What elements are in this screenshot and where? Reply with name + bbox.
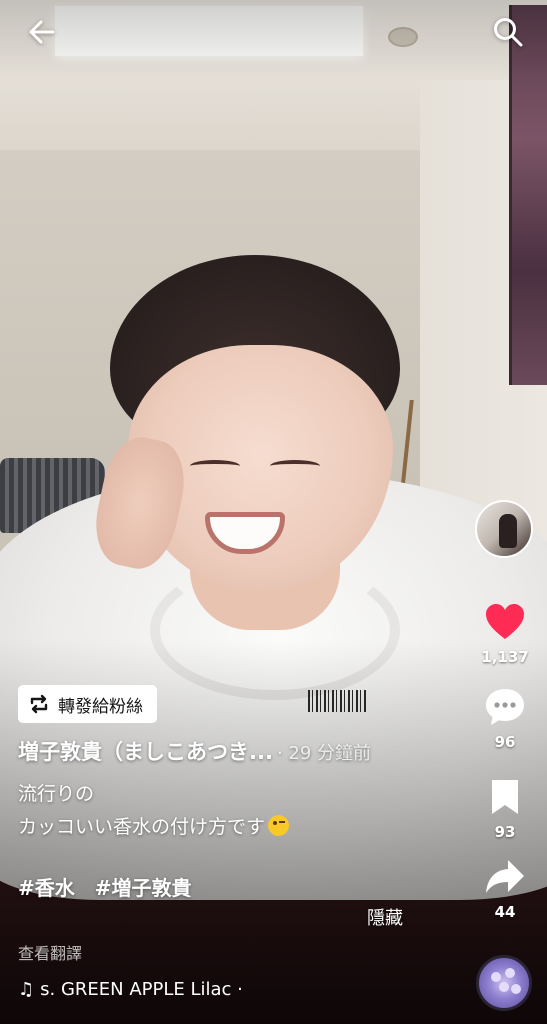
repost-to-followers-button[interactable]: 轉發給粉絲 xyxy=(18,685,157,723)
caption: 流行りの カッコいい香水の付け方です xyxy=(18,778,290,844)
share-count: 44 xyxy=(494,903,516,921)
author-line: 増子敦貴（ましこあつき... · 29 分鐘前 xyxy=(18,736,371,766)
search-button[interactable] xyxy=(488,12,528,52)
wink-emoji-icon xyxy=(268,815,290,836)
arrow-left-icon xyxy=(29,20,55,44)
search-icon xyxy=(494,18,523,47)
video-player[interactable] xyxy=(0,0,547,1024)
caption-line-2: カッコいい香水の付け方です xyxy=(18,811,290,844)
hide-caption-button[interactable]: 隱藏 xyxy=(367,904,403,930)
back-button[interactable] xyxy=(22,12,62,52)
music-marquee[interactable]: ♫ s. GREEN APPLE Lilac · xyxy=(18,976,278,1002)
caption-line-2-text: カッコいい香水の付け方です xyxy=(18,816,266,838)
caption-line-1: 流行りの xyxy=(18,783,95,805)
eye-left xyxy=(190,460,240,472)
repost-icon xyxy=(30,694,48,714)
like-count: 1,137 xyxy=(481,648,529,666)
post-time: · 29 分鐘前 xyxy=(276,743,372,764)
share-button[interactable]: 44 xyxy=(472,855,538,921)
hashtag-link[interactable]: #増子敦貴 xyxy=(95,876,192,900)
music-disc[interactable] xyxy=(476,955,532,1011)
repost-label: 轉發給粉絲 xyxy=(58,696,143,717)
music-track-name: s. GREEN APPLE Lilac · xyxy=(40,978,243,1000)
comment-button[interactable]: 96 xyxy=(472,685,538,751)
eye-right xyxy=(270,460,320,472)
music-note-icon: ♫ xyxy=(18,978,35,1000)
hashtag-row: #香水 #増子敦貴 xyxy=(18,872,192,901)
creator-avatar[interactable] xyxy=(475,500,533,558)
save-count: 93 xyxy=(494,823,516,841)
hashtag-link[interactable]: #香水 xyxy=(18,876,75,900)
author-name[interactable]: 増子敦貴（ましこあつき... xyxy=(18,736,273,766)
share-arrow-icon xyxy=(486,860,524,893)
see-translation-link[interactable]: 查看翻譯 xyxy=(18,940,82,964)
comment-bubble-icon xyxy=(486,689,524,725)
save-button[interactable]: 93 xyxy=(472,775,538,841)
top-gradient xyxy=(0,0,547,80)
comment-count: 96 xyxy=(494,733,516,751)
heart-icon xyxy=(486,604,524,639)
like-button[interactable]: 1,137 xyxy=(472,600,538,666)
bookmark-icon xyxy=(492,780,518,814)
